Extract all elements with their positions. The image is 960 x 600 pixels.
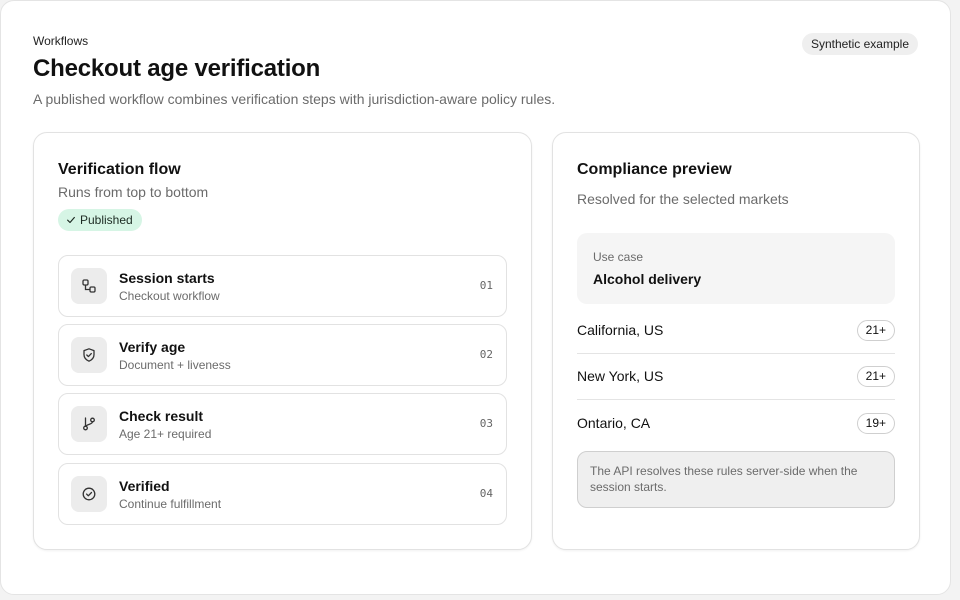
git-branch-icon xyxy=(71,406,107,442)
compliance-preview-title: Compliance preview xyxy=(577,161,732,178)
published-status-badge: Published xyxy=(58,209,142,231)
step-check-result[interactable]: Check result Age 21+ required 03 xyxy=(58,393,507,455)
minimum-age-badge: 19+ xyxy=(856,413,895,434)
check-circle-icon xyxy=(71,476,107,512)
step-number: 03 xyxy=(479,417,493,430)
workflow-page: Workflows Checkout age verification A pu… xyxy=(0,0,951,595)
market-row: New York, US 21+ xyxy=(577,354,895,400)
minimum-age-badge: 21+ xyxy=(856,320,895,341)
market-row: California, US 21+ xyxy=(577,308,895,354)
step-detail: Document + liveness xyxy=(119,358,231,372)
shield-check-icon xyxy=(71,337,107,373)
step-title: Verify age xyxy=(119,339,186,355)
step-detail: Continue fulfillment xyxy=(119,497,222,511)
compliance-preview-subtitle: Resolved for the selected markets xyxy=(577,191,789,207)
published-status-label: Published xyxy=(80,213,133,227)
workflow-nodes-icon xyxy=(71,268,107,304)
synthetic-example-badge: Synthetic example xyxy=(801,33,918,55)
market-name: California, US xyxy=(577,322,664,338)
step-detail: Age 21+ required xyxy=(119,427,212,441)
page-title: Checkout age verification xyxy=(33,55,321,82)
step-session-starts[interactable]: Session starts Checkout workflow 01 xyxy=(58,255,507,317)
step-title: Check result xyxy=(119,408,204,424)
step-number: 02 xyxy=(479,348,493,361)
compliance-preview-card: Compliance preview Resolved for the sele… xyxy=(552,132,920,550)
step-number: 01 xyxy=(479,279,493,292)
step-verified[interactable]: Verified Continue fulfillment 04 xyxy=(58,463,507,525)
use-case-value: Alcohol delivery xyxy=(593,271,702,287)
verification-flow-title: Verification flow xyxy=(58,161,181,178)
step-title: Verified xyxy=(119,478,170,494)
checkmark-icon xyxy=(67,216,75,224)
market-name: Ontario, CA xyxy=(577,415,651,431)
market-name: New York, US xyxy=(577,368,664,384)
breadcrumb[interactable]: Workflows xyxy=(33,34,88,48)
use-case-panel[interactable]: Use case Alcohol delivery xyxy=(577,233,895,304)
step-number: 04 xyxy=(479,487,493,500)
use-case-label: Use case xyxy=(593,250,644,264)
step-title: Session starts xyxy=(119,270,215,286)
step-detail: Checkout workflow xyxy=(119,289,220,303)
page-subtitle: A published workflow combines verificati… xyxy=(33,91,556,107)
verification-flow-card: Verification flow Runs from top to botto… xyxy=(33,132,532,550)
market-row: Ontario, CA 19+ xyxy=(577,401,895,447)
minimum-age-badge: 21+ xyxy=(856,366,895,387)
api-resolution-note: The API resolves these rules server-side… xyxy=(577,451,895,508)
step-verify-age[interactable]: Verify age Document + liveness 02 xyxy=(58,324,507,386)
verification-flow-subtitle: Runs from top to bottom xyxy=(58,184,209,200)
